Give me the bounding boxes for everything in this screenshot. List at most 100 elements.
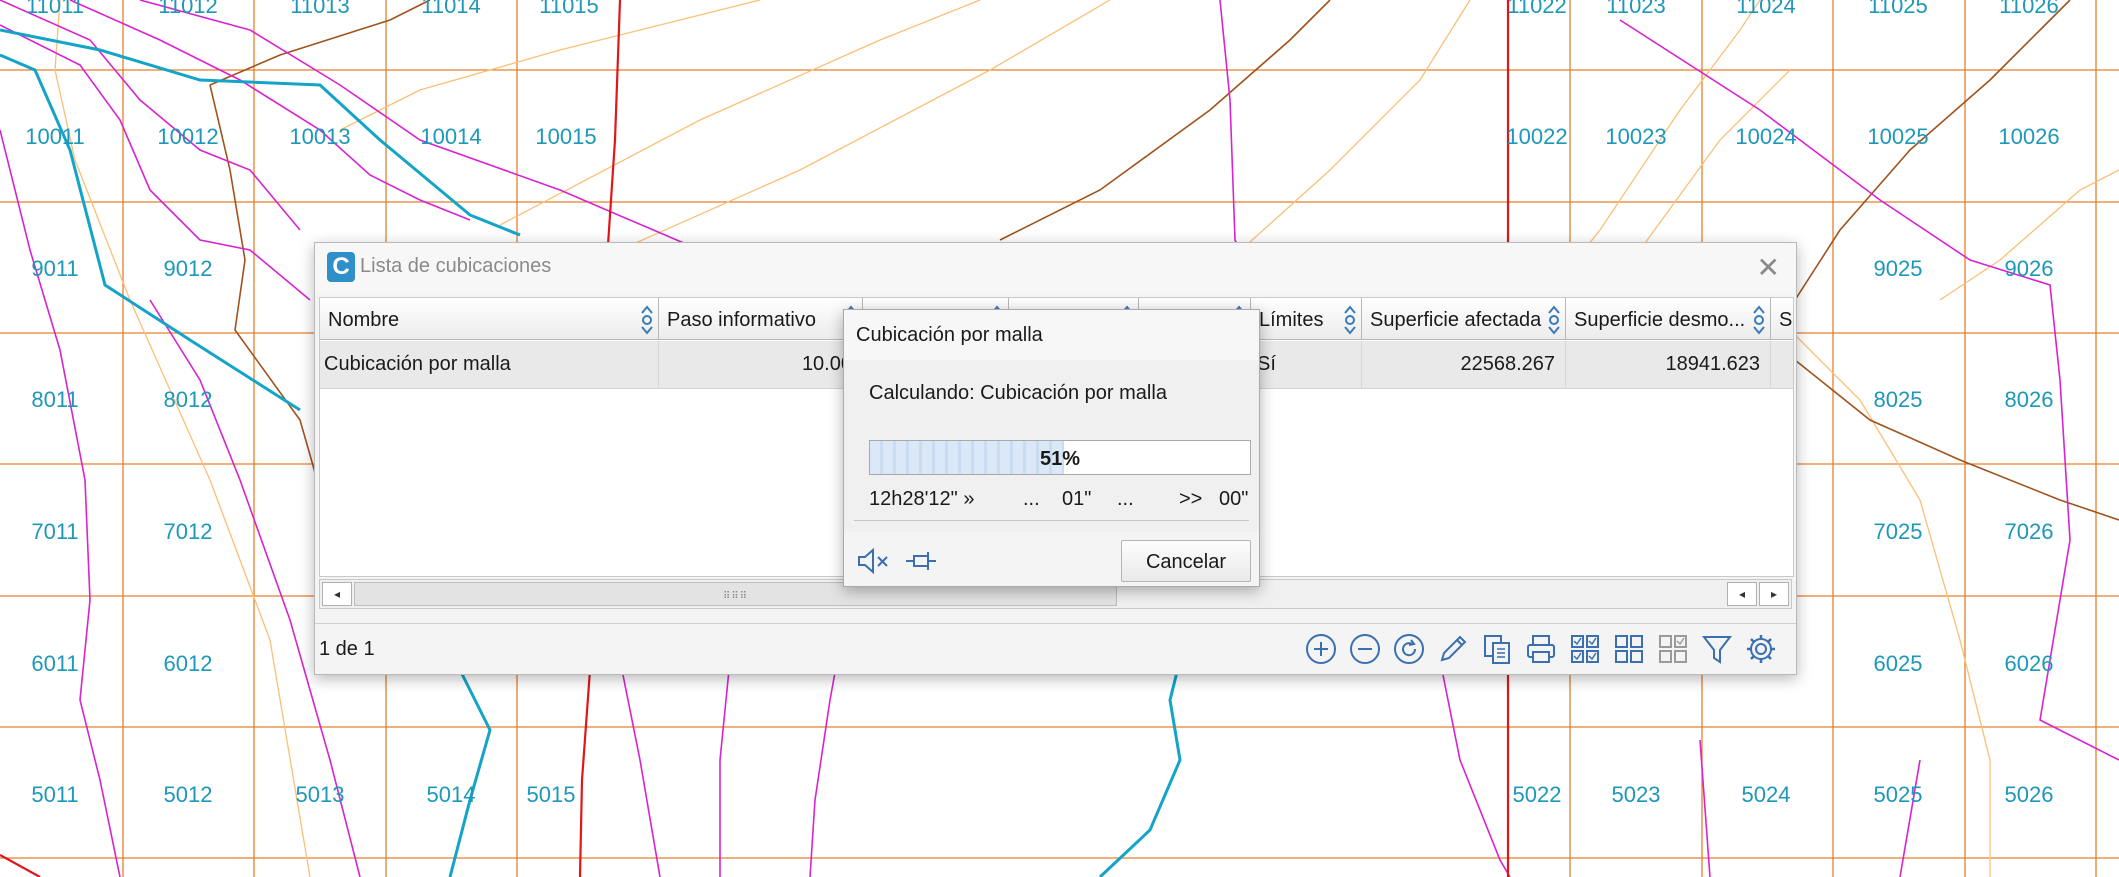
map-cell-label: 10014 [420,124,482,149]
cell-paso-informativo: 10.00 [659,341,863,388]
map-cell-label: 10023 [1605,124,1667,149]
grid-icon[interactable] [1612,632,1646,666]
map-cell-label: 11015 [539,0,599,18]
elapsed-time: 12h28'12" » [869,488,975,510]
sort-icon[interactable] [640,303,654,335]
progress-bar: 51% [869,440,1251,475]
scroll-left-button[interactable]: ◂ [322,582,352,606]
map-cell-label: 7011 [31,519,79,544]
time-info: 12h28'12" » ... 01" ... >> 00" [869,488,1251,514]
filter-icon[interactable] [1700,632,1734,666]
sort-icon[interactable] [1343,303,1357,335]
cell-superficie-afectada: 22568.267 [1362,341,1566,388]
column-header-label: Superficie desmo... [1574,309,1746,331]
settings-icon[interactable] [1744,632,1778,666]
map-cell-label: 5014 [426,782,476,807]
cancel-button[interactable]: Cancelar [1121,540,1251,582]
map-cell-label: 10026 [1998,124,2060,149]
map-cell-label: 6011 [31,651,79,676]
map-cell-label: 9025 [1873,256,1923,281]
map-cell-label: 5012 [163,782,213,807]
scroll-left-end-button[interactable]: ◂ [1727,582,1757,606]
deselect-icon[interactable] [1656,632,1690,666]
print-icon[interactable] [1524,632,1558,666]
cell-nombre: Cubicación por malla [320,341,659,388]
remove-icon[interactable] [1348,632,1382,666]
page-info: 1 de 1 [319,638,375,660]
map-cell-label: 11023 [1606,0,1666,18]
dialog-footer: Cancelar [844,532,1259,586]
add-icon[interactable] [1304,632,1338,666]
cell-superficie-desmonte: 18941.623 [1566,341,1771,388]
map-cell-label: 6026 [2004,651,2054,676]
dialog-body: Calculando: Cubicación por malla 51% 12h… [844,360,1259,532]
progress-message: Calculando: Cubicación por malla [869,382,1167,404]
map-cell-label: 5025 [1873,782,1923,807]
column-header-superficie-desmonte[interactable]: Superficie desmo... [1566,298,1771,340]
edit-icon[interactable] [1436,632,1470,666]
list-toolbar [1304,632,1784,668]
column-header-label: Nombre [328,309,400,331]
map-cell-label: 8012 [163,387,213,412]
map-cell-label: 11013 [290,0,350,18]
column-header-label: Paso informativo [667,309,816,331]
map-cell-label: 11026 [1999,0,2059,18]
map-cell-label: 7025 [1873,519,1923,544]
close-icon[interactable]: ✕ [1757,251,1780,284]
map-cell-label: 8026 [2004,387,2054,412]
map-cell-label: 9026 [2004,256,2054,281]
copy-icon[interactable] [1480,632,1514,666]
map-cell-label: 5024 [1741,782,1791,807]
scroll-right-button[interactable]: ▸ [1759,582,1789,606]
map-cell-label: 5023 [1611,782,1661,807]
sort-icon[interactable] [1752,303,1766,335]
map-cell-label: 5015 [526,782,576,807]
map-cell-label: 10012 [157,124,219,149]
map-cell-label: 11022 [1507,0,1567,18]
app-logo: C [327,252,355,282]
map-cell-label: 11014 [421,0,481,18]
select-all-icon[interactable] [1568,632,1602,666]
refresh-icon[interactable] [1392,632,1426,666]
column-header-label: Superficie afectada [1370,309,1542,331]
map-cell-label: 11011 [26,0,84,18]
window-title: Lista de cubicaciones [360,255,552,277]
map-cell-label: 7026 [2004,519,2054,544]
map-cell-label: 5022 [1512,782,1562,807]
map-cell-label: 10024 [1735,124,1797,149]
column-header-label: Límites [1259,309,1324,331]
column-header-nombre[interactable]: Nombre [320,298,659,340]
map-cell-label: 5026 [2004,782,2054,807]
map-cell-label: 5013 [295,782,345,807]
progress-dialog[interactable]: Cubicación por malla Calculando: Cubicac… [843,309,1260,587]
column-header-paso-informativo[interactable]: Paso informativo [659,298,863,340]
remaining-time: 00" [1219,488,1249,510]
map-cell-label: 10013 [289,124,351,149]
map-cell-label: 10015 [535,124,597,149]
dialog-title: Cubicación por malla [844,310,1259,360]
remaining-prefix: >> [1179,488,1203,510]
map-cell-label: 11012 [158,0,218,18]
column-header-limites[interactable]: Límites [1251,298,1362,340]
time-mid: 01" [1062,488,1092,510]
window-title-bar[interactable]: C Lista de cubicaciones ✕ [315,243,1796,293]
cell-9 [1771,341,1793,388]
mute-icon[interactable] [856,546,890,576]
column-header-superficie-afectada[interactable]: Superficie afectada [1362,298,1566,340]
map-cell-label: 11024 [1736,0,1796,18]
sort-icon[interactable] [1547,303,1561,335]
status-bar: 1 de 1 [315,623,1796,674]
map-cell-label: 8011 [31,387,79,412]
pin-icon[interactable] [904,548,938,574]
cell-limites: Sí [1251,341,1362,388]
map-cell-label: 8025 [1873,387,1923,412]
map-cell-label: 11025 [1868,0,1928,18]
column-header-9[interactable]: S [1771,298,1793,340]
dialog-divider [854,520,1249,521]
map-cell-label: 9011 [31,256,79,281]
map-cell-label: 5011 [31,782,79,807]
map-cell-label: 10025 [1867,124,1929,149]
time-separator: ... [1023,488,1040,510]
map-cell-label: 7012 [163,519,213,544]
map-cell-label: 9012 [163,256,213,281]
